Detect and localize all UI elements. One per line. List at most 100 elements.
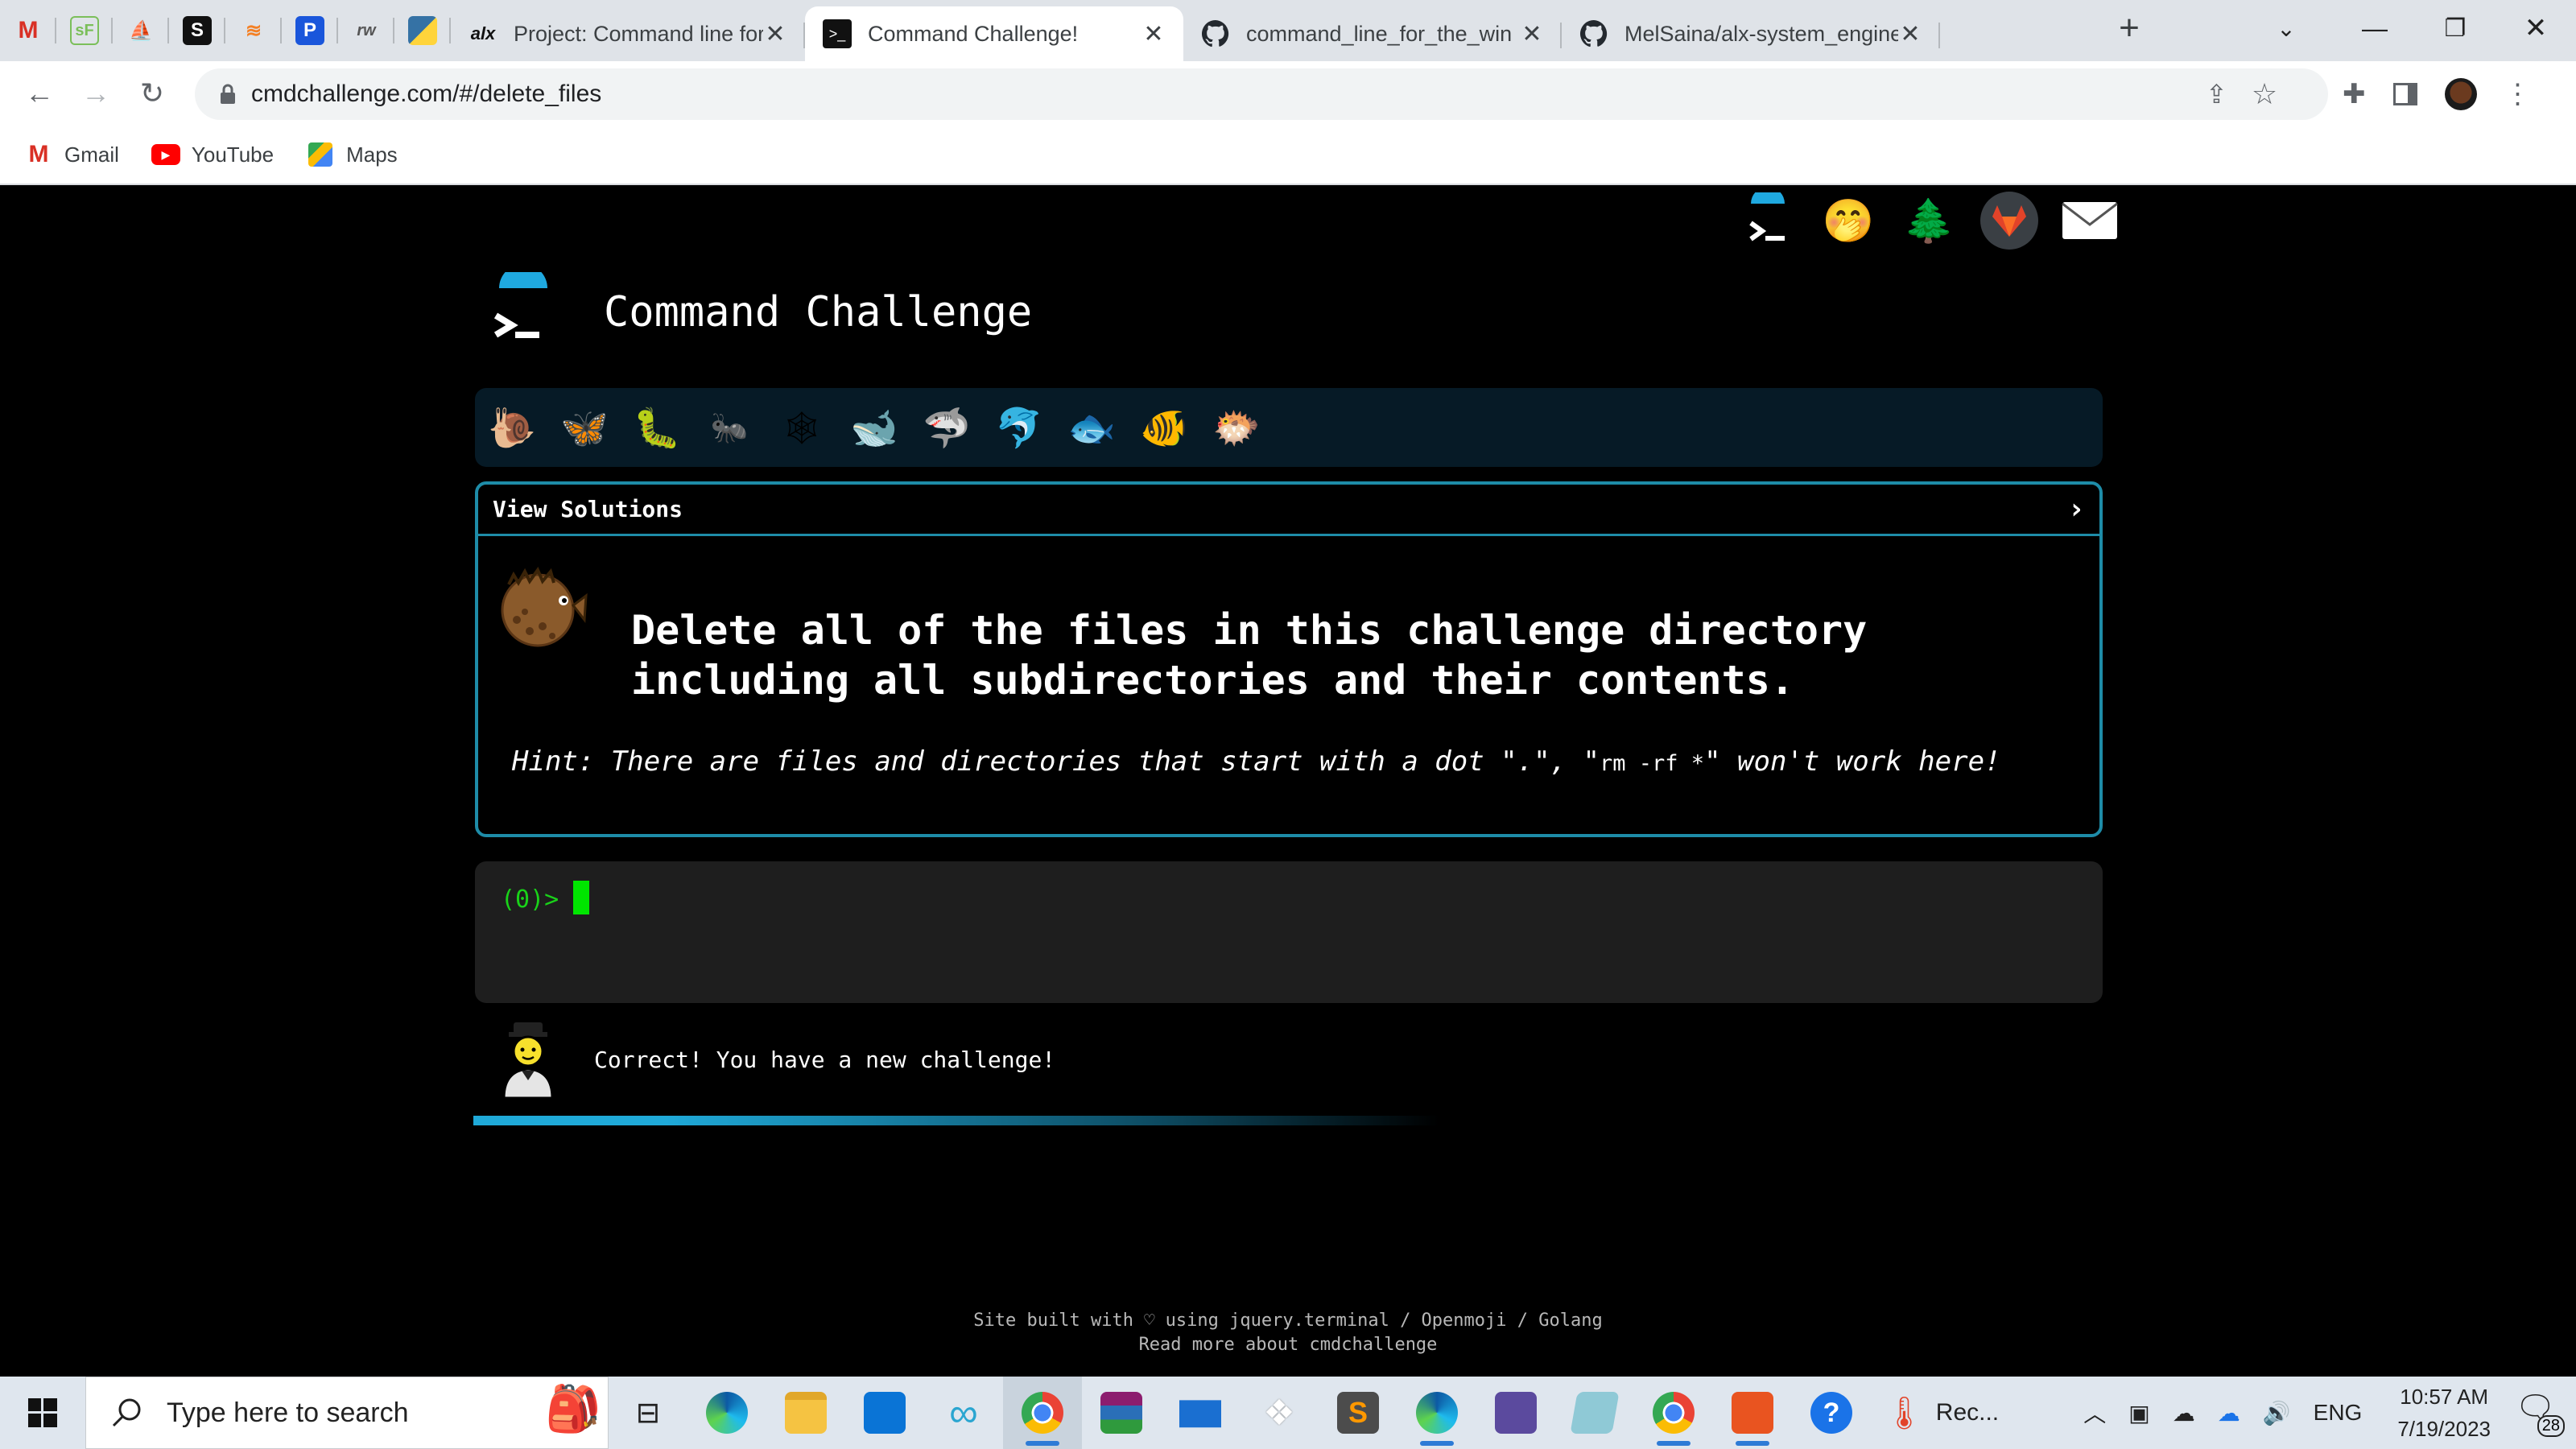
tab-search-chevron-icon[interactable]: ⌄ [2254, 0, 2318, 56]
footer-about-link[interactable]: Read more about cmdchallenge [0, 1333, 2576, 1357]
back-button[interactable]: ← [11, 65, 68, 122]
butterfly-icon[interactable]: 🦋 [559, 402, 610, 453]
bookmark-youtube[interactable]: ▶ YouTube [151, 142, 274, 167]
close-tab-icon[interactable]: ✕ [1898, 20, 1922, 48]
spider-web-icon[interactable]: 🕸 [776, 402, 828, 453]
tropical-fish-icon[interactable]: 🐠 [1138, 402, 1190, 453]
meet-icon[interactable]: ▣ [2128, 1400, 2149, 1426]
restore-button[interactable]: ❐ [2415, 0, 2496, 56]
close-tab-icon[interactable]: ✕ [763, 20, 787, 48]
taskbar-winrar[interactable] [1082, 1377, 1161, 1449]
tab-github-melsaina[interactable]: MelSaina/alx-system_engine ✕ [1562, 6, 1940, 61]
taskbar-mail[interactable] [1161, 1377, 1240, 1449]
bookmark-gmail[interactable]: M Gmail [24, 141, 119, 167]
python-icon [408, 16, 437, 45]
close-window-button[interactable]: ✕ [2496, 0, 2576, 56]
terminal-prompt: (0)> [501, 886, 559, 914]
side-panel-icon[interactable] [2392, 83, 2417, 105]
taskbar-app-teal[interactable] [1555, 1377, 1634, 1449]
pinned-tab-sailboat[interactable]: ⛵ [113, 0, 169, 61]
bookmark-maps[interactable]: Maps [306, 142, 398, 167]
start-button[interactable] [0, 1377, 85, 1449]
taskbar-store[interactable] [845, 1377, 924, 1449]
address-bar[interactable]: cmdchallenge.com/#/delete_files [195, 68, 2328, 120]
search-highlight-icon: 🎒 [545, 1383, 601, 1434]
bookmark-label: Gmail [64, 142, 119, 167]
onedrive-icon[interactable]: ☁ [2218, 1400, 2240, 1426]
taskbar-sublime[interactable]: S [1319, 1377, 1397, 1449]
taskbar-help[interactable]: ? [1792, 1377, 1871, 1449]
gmail-icon: M [18, 17, 39, 43]
volume-icon[interactable]: 🔊 [2263, 1400, 2291, 1426]
profile-avatar[interactable] [2444, 78, 2477, 110]
cmdchallenge-logo-icon[interactable] [1739, 192, 1797, 250]
snail-icon[interactable]: 🐌 [486, 402, 538, 453]
search-icon [112, 1398, 141, 1427]
blowfish-icon[interactable]: 🐡 [1211, 402, 1262, 453]
taskbar-file-explorer[interactable] [766, 1377, 845, 1449]
pinned-tab-s[interactable]: S [169, 0, 225, 61]
fish-icon[interactable]: 🐟 [1066, 402, 1117, 453]
taskbar-recorder[interactable]: 🌡 Rec... [1871, 1377, 2008, 1449]
taskbar-ubuntu[interactable] [1713, 1377, 1792, 1449]
site-header: Command Challenge [483, 264, 1033, 353]
view-solutions-toggle[interactable]: View Solutions › [478, 485, 2099, 536]
cmdchallenge-logo-icon[interactable] [483, 264, 564, 353]
pinned-tab-sf[interactable]: sF [56, 0, 113, 61]
terminal[interactable]: (0)> [475, 861, 2103, 1003]
taskbar-chrome-2[interactable] [1634, 1377, 1713, 1449]
caterpillar-icon[interactable]: 🐛 [631, 402, 683, 453]
shushing-face-icon[interactable]: 🤭 [1819, 192, 1877, 250]
bookmark-label: YouTube [191, 142, 275, 167]
youtube-icon: ▶ [151, 142, 180, 167]
footer-credits[interactable]: Site built with ♡ using jquery.terminal … [0, 1309, 2576, 1333]
close-tab-icon[interactable]: ✕ [1520, 20, 1544, 48]
share-icon[interactable]: ⇪ [2206, 79, 2227, 109]
tab-alx-project[interactable]: alx Project: Command line for the ✕ [451, 6, 805, 61]
taskbar-edge[interactable] [687, 1377, 766, 1449]
dropbox-icon: ❖ [1263, 1393, 1295, 1433]
challenge-hint: Hint: There are files and directories th… [512, 745, 2001, 778]
tree-icon[interactable]: 🌲 [1900, 192, 1958, 250]
dolphin-icon[interactable]: 🐬 [993, 402, 1045, 453]
chevron-up-icon[interactable]: ︿ [2083, 1397, 2106, 1429]
taskbar-chrome[interactable] [1003, 1377, 1082, 1449]
taskbar-edge-2[interactable] [1397, 1377, 1476, 1449]
pinned-tab-gmail[interactable]: M [0, 0, 56, 61]
ant-icon[interactable]: 🐜 [704, 402, 755, 453]
notification-button[interactable]: 🗨 28 [2515, 1389, 2565, 1437]
close-tab-icon[interactable]: ✕ [1141, 20, 1166, 48]
gitlab-icon[interactable] [1980, 192, 2038, 250]
pinned-tab-rw[interactable]: rw [338, 0, 394, 61]
minimize-button[interactable]: — [2334, 0, 2415, 56]
chevron-right-icon[interactable]: › [2067, 493, 2085, 526]
stackoverflow-icon: ≋ [245, 19, 262, 42]
tab-command-challenge[interactable]: >_ Command Challenge! ✕ [805, 6, 1183, 61]
sf-icon: sF [70, 16, 99, 45]
clock[interactable]: 10:57 AM 7/19/2023 [2397, 1381, 2491, 1445]
pinned-tab-p[interactable]: P [282, 0, 338, 61]
whale-icon[interactable]: 🐋 [848, 402, 900, 453]
edge-icon [706, 1392, 748, 1434]
taskbar-infinity[interactable]: ∞ [924, 1377, 1003, 1449]
pinned-tab-python[interactable] [394, 0, 451, 61]
pinned-tab-stackoverflow[interactable]: ≋ [225, 0, 282, 61]
bookmark-star-icon[interactable]: ☆ [2252, 77, 2277, 111]
page-title: Command Challenge [604, 288, 1033, 336]
envelope-icon[interactable] [2061, 192, 2119, 250]
new-tab-button[interactable]: + [2101, 0, 2157, 56]
hint-suffix: " won't work here! [1704, 745, 2001, 778]
cloud-icon[interactable]: ☁ [2173, 1400, 2195, 1426]
extensions-icon[interactable]: ✚ [2343, 78, 2366, 110]
taskbar-search[interactable]: Type here to search 🎒 [85, 1377, 609, 1449]
taskbar-app-purple[interactable] [1476, 1377, 1555, 1449]
task-view-button[interactable]: ⊟ [609, 1377, 687, 1449]
menu-icon[interactable]: ⋮ [2504, 78, 2532, 110]
forward-button[interactable]: → [68, 65, 124, 122]
shark-icon[interactable]: 🦈 [921, 402, 972, 453]
language-indicator[interactable]: ENG [2314, 1400, 2363, 1426]
taskbar-dropbox[interactable]: ❖ [1240, 1377, 1319, 1449]
tab-github-command-line[interactable]: command_line_for_the_win ✕ [1183, 6, 1562, 61]
windows-logo-icon [28, 1398, 57, 1427]
reload-button[interactable]: ↻ [124, 65, 180, 122]
